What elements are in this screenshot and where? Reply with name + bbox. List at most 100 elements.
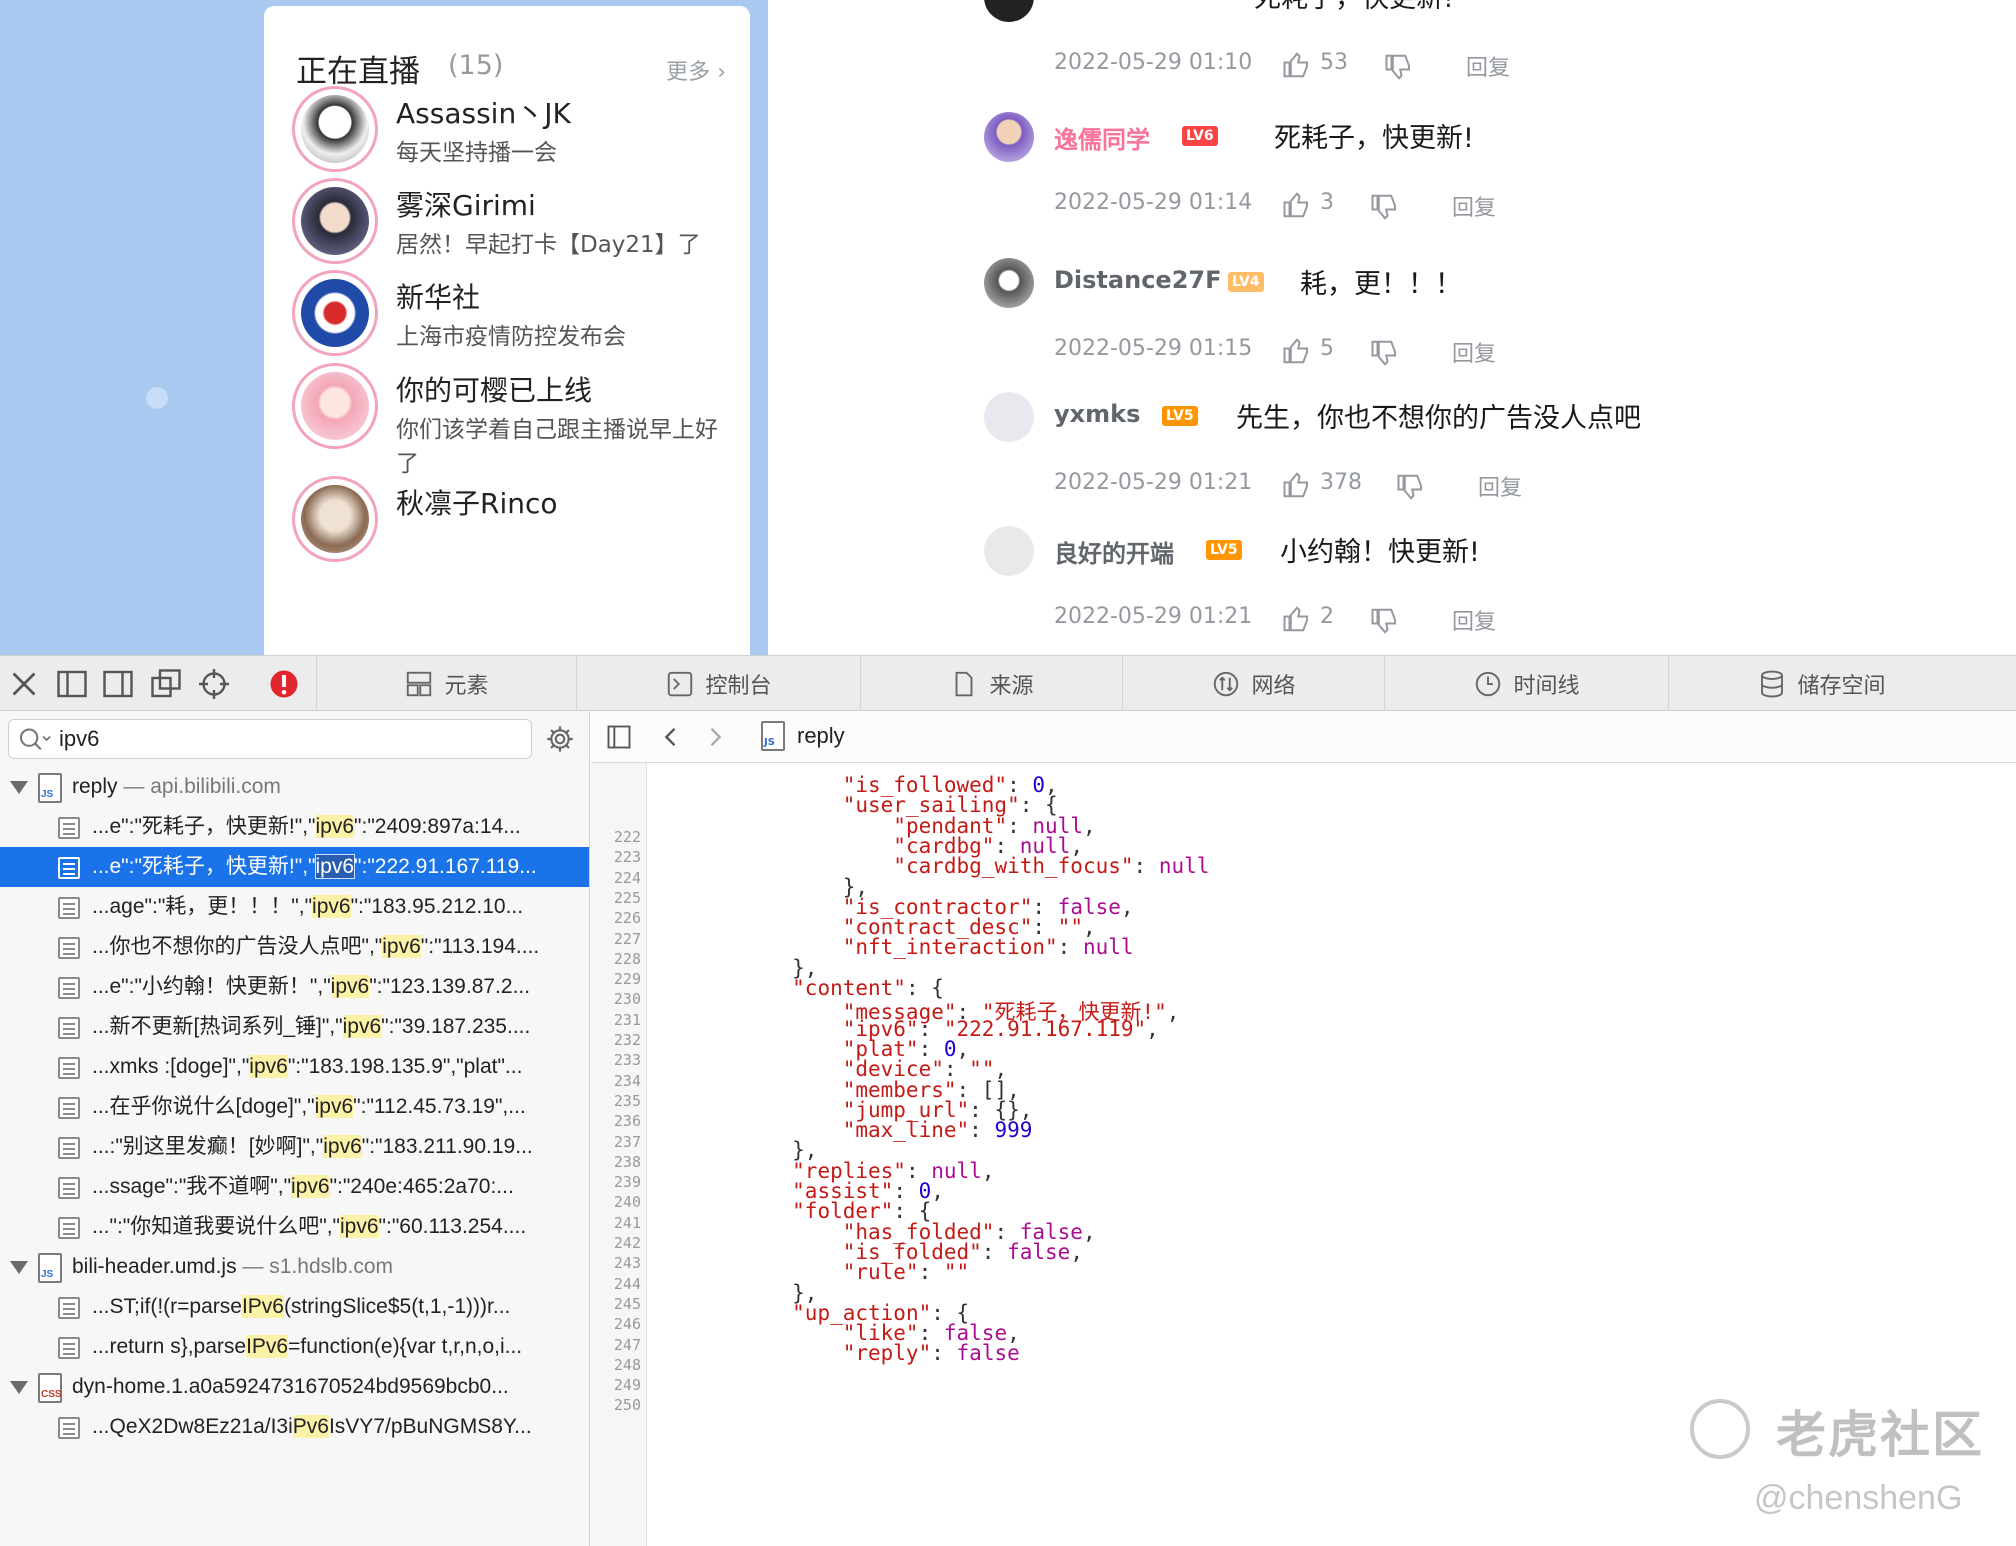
reply-button[interactable]: 回复 xyxy=(1452,190,1496,222)
comment-item: yxmks LV5 先生，你也不想你的广告没人点吧 2022-05-29 01:… xyxy=(984,392,1984,532)
thumb-up-icon[interactable] xyxy=(1282,336,1312,366)
file-name: bili-header.umd.js xyxy=(72,1255,237,1278)
search-icon xyxy=(19,728,51,751)
tab-console[interactable]: 控制台 xyxy=(576,656,860,712)
thumb-up-icon[interactable] xyxy=(1282,604,1312,634)
live-more-link[interactable]: 更多 › xyxy=(666,54,726,86)
match-highlight: ipv6 xyxy=(249,1055,288,1078)
file-label: dyn-home.1.a0a5924731670524bd9569bcb0... xyxy=(72,1367,509,1407)
comment-username[interactable]: 逸儒同学 xyxy=(1054,120,1150,155)
search-file-group[interactable]: JS reply — api.bilibili.com xyxy=(0,767,589,807)
dock-right-icon[interactable] xyxy=(100,666,136,702)
tab-storage[interactable]: 储存空间 xyxy=(1668,656,1974,712)
comment-avatar[interactable] xyxy=(984,0,1034,22)
comment-avatar[interactable] xyxy=(984,526,1034,576)
thumb-down-icon[interactable] xyxy=(1384,52,1414,82)
tab-elements[interactable]: 元素 xyxy=(316,656,576,712)
network-icon xyxy=(1214,671,1239,697)
database-icon xyxy=(1761,670,1784,698)
search-result-row[interactable]: ...新不更新[热词系列_锤]","ipv6":"39.187.235.... xyxy=(0,1007,589,1047)
streamer-item[interactable]: 雾深Girimi 居然！早起打卡【Day21】了 xyxy=(292,178,732,278)
background-bubble xyxy=(146,387,168,409)
comment-time: 2022-05-29 01:14 xyxy=(1054,190,1253,215)
reply-button[interactable]: 回复 xyxy=(1478,470,1522,502)
match-highlight: ipv6 xyxy=(291,1175,330,1198)
thumb-up-icon[interactable] xyxy=(1282,50,1312,80)
sidebar-toggle-icon[interactable] xyxy=(605,723,633,751)
js-file-icon: JS xyxy=(761,721,785,751)
streamer-name: 秋凛子Rinco xyxy=(396,487,558,520)
streamer-item[interactable]: 新华社 上海市疫情防控发布会 xyxy=(292,270,732,370)
elements-icon xyxy=(407,671,432,697)
search-result-row[interactable]: ...你也不想你的广告没人点吧","ipv6":"113.194.... xyxy=(0,927,589,967)
streamer-item[interactable]: 你的可樱已上线 你们该学着自己跟主播说早上好了 xyxy=(292,363,732,477)
undock-icon[interactable] xyxy=(148,666,184,702)
comment-username[interactable]: Distance27F xyxy=(1054,266,1221,294)
disclosure-triangle-icon[interactable] xyxy=(10,1381,28,1394)
search-result-row[interactable]: ...ssage":"我不道啊","ipv6":"240e:465:2a70:.… xyxy=(0,1167,589,1207)
search-result-row[interactable]: ...QeX2Dw8Ez21a/I3iPv6IsVY7/pBuNGMS8Y... xyxy=(0,1407,589,1447)
error-icon[interactable] xyxy=(266,666,302,702)
match-highlight: ipv6 xyxy=(340,1215,379,1238)
crosshair-icon[interactable] xyxy=(196,666,232,702)
search-result-row[interactable]: ...xmks :[doge]","ipv6":"183.198.135.9",… xyxy=(0,1047,589,1087)
web-page: 正在直播 (15) 更多 › Assassin丶JK 每天坚持播一会 雾深Gir… xyxy=(0,0,2016,655)
streamer-item[interactable]: Assassin丶JK 每天坚持播一会 xyxy=(292,86,732,186)
search-result-row[interactable]: ...":"你知道我要说什么吧","ipv6":"60.113.254.... xyxy=(0,1207,589,1247)
comment-username[interactable]: yxmks xyxy=(1054,400,1140,428)
search-file-group[interactable]: JS bili-header.umd.js — s1.hdslb.com xyxy=(0,1247,589,1287)
disclosure-triangle-icon[interactable] xyxy=(10,781,28,794)
thumb-up-icon[interactable] xyxy=(1282,190,1312,220)
thumb-up-icon[interactable] xyxy=(1282,470,1312,500)
match-highlight: ipv6 xyxy=(382,935,421,958)
thumb-down-icon[interactable] xyxy=(1370,606,1400,636)
file-host: — api.bilibili.com xyxy=(123,775,281,798)
comment-item: 良好的开端 LV5 小约翰！快更新! 2022-05-29 01:21 2 回复 xyxy=(984,526,1984,655)
gear-icon[interactable] xyxy=(544,723,576,755)
text-result-icon xyxy=(58,857,80,879)
live-title: 正在直播 xyxy=(296,54,420,90)
search-result-row[interactable]: ...return s},parseIPv6=function(e){var t… xyxy=(0,1327,589,1367)
streamer-avatar xyxy=(292,476,378,562)
watermark-user: @chenshenG xyxy=(1754,1479,1963,1517)
dock-left-icon[interactable] xyxy=(54,666,90,702)
match-highlight: ipv6 xyxy=(323,1135,362,1158)
result-text: ...e":"死耗子，快更新!","ipv6":"2409:897a:14... xyxy=(92,815,521,838)
search-result-row[interactable]: ...e":"死耗子，快更新!","ipv6":"222.91.167.119.… xyxy=(0,847,589,887)
reply-button[interactable]: 回复 xyxy=(1466,50,1510,82)
file-label: reply — api.bilibili.com xyxy=(72,767,281,807)
streamer-item[interactable]: 秋凛子Rinco xyxy=(292,476,732,576)
match-highlight: ipv6 xyxy=(342,1015,382,1038)
back-arrow-icon[interactable] xyxy=(657,723,685,751)
tab-timeline[interactable]: 时间线 xyxy=(1384,656,1668,712)
search-input[interactable] xyxy=(59,724,519,754)
reply-button[interactable]: 回复 xyxy=(1452,336,1496,368)
devtools-tabbar: 元素 控制台 来源 网络 时间线 储存空间 xyxy=(0,655,2016,712)
search-result-row[interactable]: ...ST;if(!(r=parseIPv6(stringSlice$5(t,1… xyxy=(0,1287,589,1327)
console-icon xyxy=(668,671,693,697)
tab-sources[interactable]: 来源 xyxy=(860,656,1122,712)
search-result-row[interactable]: ...:"别这里发癫！[妙啊]","ipv6":"183.211.90.19..… xyxy=(0,1127,589,1167)
reply-button[interactable]: 回复 xyxy=(1452,604,1496,636)
search-result-row[interactable]: ...在乎你说什么[doge]","ipv6":"112.45.73.19",.… xyxy=(0,1087,589,1127)
comment-avatar[interactable] xyxy=(984,258,1034,308)
text-result-icon xyxy=(58,1297,80,1319)
thumb-down-icon[interactable] xyxy=(1370,338,1400,368)
match-highlight: IPv6 xyxy=(241,1295,284,1318)
search-result-row[interactable]: ...e":"小约翰！快更新！","ipv6":"123.139.87.2... xyxy=(0,967,589,1007)
comment-avatar[interactable] xyxy=(984,112,1034,162)
streamer-avatar xyxy=(292,270,378,356)
forward-arrow-icon[interactable] xyxy=(701,723,729,751)
search-result-row[interactable]: ...e":"死耗子，快更新!","ipv6":"2409:897a:14... xyxy=(0,807,589,847)
search-file-group[interactable]: CSS dyn-home.1.a0a5924731670524bd9569bcb0… xyxy=(0,1367,589,1407)
match-highlight: ipv6 xyxy=(312,895,351,918)
disclosure-triangle-icon[interactable] xyxy=(10,1261,28,1274)
thumb-down-icon[interactable] xyxy=(1396,472,1426,502)
comment-avatar[interactable] xyxy=(984,392,1034,442)
search-box[interactable] xyxy=(8,719,532,759)
search-result-row[interactable]: ...age":"耗，更！！！","ipv6":"183.95.212.10..… xyxy=(0,887,589,927)
tab-network[interactable]: 网络 xyxy=(1122,656,1384,712)
close-icon[interactable] xyxy=(6,666,42,702)
comment-username[interactable]: 良好的开端 xyxy=(1054,534,1174,569)
thumb-down-icon[interactable] xyxy=(1370,192,1400,222)
